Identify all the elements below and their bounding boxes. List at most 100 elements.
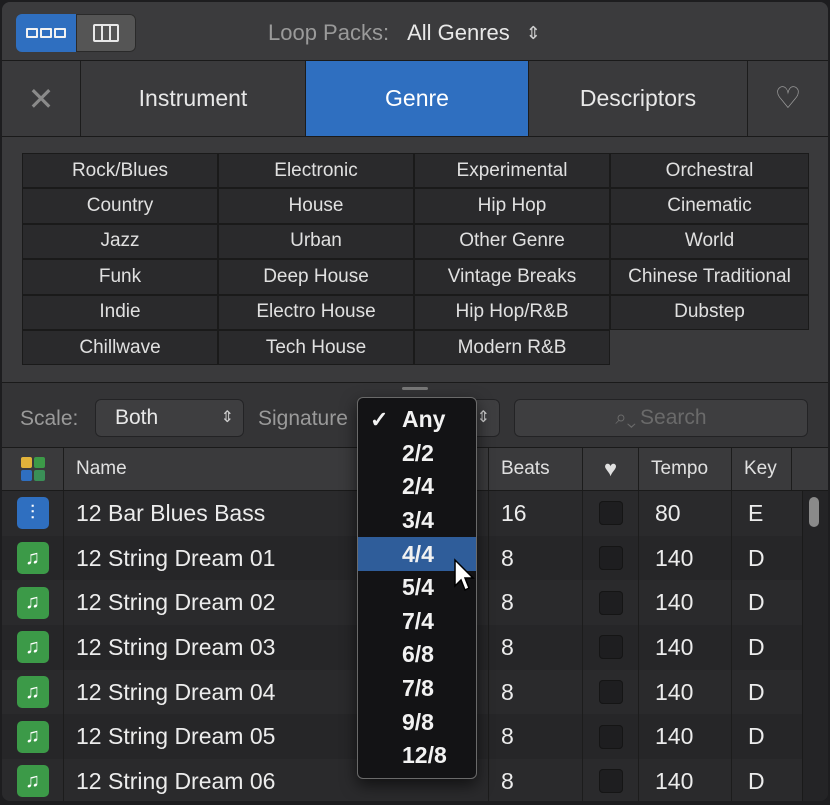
- genre-button[interactable]: Deep House: [218, 259, 414, 295]
- signature-menu-item-label: 6/8: [402, 641, 434, 668]
- checkmark-icon: ✓: [370, 406, 389, 432]
- genre-button[interactable]: Other Genre: [414, 223, 610, 260]
- favorite-checkbox[interactable]: [598, 680, 623, 705]
- loop-tempo: 140: [639, 535, 732, 581]
- genre-button[interactable]: Cinematic: [610, 188, 809, 224]
- beats-column-header[interactable]: Beats: [489, 448, 583, 490]
- loop-tempo: 140: [639, 625, 732, 670]
- genre-button[interactable]: Urban: [218, 223, 414, 260]
- scrollbar-thumb[interactable]: [809, 497, 819, 527]
- loop-tempo: 140: [639, 759, 732, 801]
- genre-button[interactable]: Chinese Traditional: [610, 259, 809, 295]
- genre-button[interactable]: Rock/Blues: [22, 153, 218, 189]
- loop-packs-selector[interactable]: Loop Packs: All Genres ⇕: [268, 20, 541, 46]
- search-input[interactable]: ⌕⌄ Search: [514, 399, 808, 437]
- loop-tempo: 140: [639, 714, 732, 760]
- loop-beats: 8: [489, 535, 583, 581]
- key-column-header[interactable]: Key: [732, 448, 792, 490]
- favorite-checkbox[interactable]: [598, 501, 623, 526]
- audio-waveform-icon: ⫶: [16, 497, 49, 530]
- genre-button[interactable]: Dubstep: [610, 294, 809, 330]
- loop-packs-value[interactable]: All Genres: [407, 20, 510, 46]
- genre-grid: Rock/Blues Electronic Experimental Orchestr…: [22, 153, 809, 366]
- signature-menu-item[interactable]: 7/8: [358, 672, 476, 706]
- chevron-updown-icon: ⇕: [220, 409, 234, 426]
- genre-button[interactable]: Orchestral: [610, 153, 809, 189]
- loop-kind-cell: ♫: [2, 535, 64, 581]
- genre-button[interactable]: Hip Hop/R&B: [414, 294, 610, 330]
- view-toggle[interactable]: [16, 14, 136, 52]
- loop-key: E: [748, 499, 764, 526]
- loop-key: D: [748, 544, 765, 571]
- signature-menu-item[interactable]: 6/8: [358, 638, 476, 672]
- filter-tabs: ✕ Instrument Genre Descriptors ♡: [2, 61, 828, 137]
- tab-descriptors[interactable]: Descriptors: [529, 61, 748, 136]
- mouse-pointer-icon: [454, 558, 475, 592]
- genre-button[interactable]: Electro House: [218, 294, 414, 330]
- genre-button[interactable]: Funk: [22, 259, 218, 295]
- signature-menu-item[interactable]: 3/4: [358, 504, 476, 538]
- favorite-checkbox[interactable]: [598, 769, 623, 794]
- top-bar: Loop Packs: All Genres ⇕: [2, 2, 828, 61]
- favorite-checkbox[interactable]: [598, 546, 623, 571]
- genre-button[interactable]: Modern R&B: [414, 329, 610, 366]
- search-placeholder: Search: [640, 406, 707, 429]
- tab-instrument[interactable]: Instrument: [81, 61, 306, 136]
- scale-value: Both: [115, 406, 159, 429]
- loop-kind-cell: ♫: [2, 625, 64, 670]
- loop-beats: 8: [489, 714, 583, 760]
- genre-button[interactable]: Electronic: [218, 153, 414, 189]
- favorite-cell: [583, 535, 639, 581]
- genre-button[interactable]: House: [218, 188, 414, 224]
- loop-key: D: [748, 633, 765, 660]
- genre-button[interactable]: Indie: [22, 294, 218, 330]
- close-icon[interactable]: ✕: [2, 61, 81, 136]
- favorite-checkbox[interactable]: [598, 724, 623, 749]
- chevron-updown-icon: ⇕: [525, 22, 541, 43]
- loop-kind-cell: ♫: [2, 669, 64, 715]
- genre-button[interactable]: Country: [22, 188, 218, 224]
- music-note-icon: ♫: [16, 720, 49, 753]
- favorite-checkbox[interactable]: [598, 590, 623, 615]
- loop-kind-cell: ♫: [2, 580, 64, 626]
- signature-menu-item[interactable]: 2/4: [358, 470, 476, 504]
- resize-handle[interactable]: [402, 387, 428, 390]
- signature-menu-item[interactable]: 12/8: [358, 739, 476, 773]
- music-note-icon: ♫: [16, 631, 49, 664]
- genre-button[interactable]: Tech House: [218, 329, 414, 366]
- loop-browser: Loop Packs: All Genres ⇕ ✕ Instrument Ge…: [2, 2, 828, 801]
- genre-button[interactable]: Experimental: [414, 153, 610, 189]
- favorite-cell: [583, 714, 639, 760]
- genre-button[interactable]: World: [610, 223, 809, 260]
- signature-menu-item-label: 5/4: [402, 574, 434, 601]
- favorite-heart-icon[interactable]: ♥: [583, 448, 639, 490]
- favorite-cell: [583, 580, 639, 626]
- signature-menu-item[interactable]: 2/2: [358, 437, 476, 471]
- favorite-cell: [583, 625, 639, 670]
- music-note-icon: ♫: [16, 676, 49, 709]
- scale-select[interactable]: Both ⇕: [95, 399, 244, 437]
- tempo-column-header[interactable]: Tempo: [639, 448, 732, 490]
- view-rows-button[interactable]: [16, 14, 76, 52]
- favorite-checkbox[interactable]: [598, 635, 623, 660]
- genre-button[interactable]: Vintage Breaks: [414, 259, 610, 295]
- genre-button[interactable]: Hip Hop: [414, 188, 610, 224]
- signature-menu-item[interactable]: 7/4: [358, 605, 476, 639]
- scrollbar[interactable]: [802, 491, 828, 801]
- tab-genre[interactable]: Genre: [306, 61, 529, 136]
- favorites-heart-icon[interactable]: ♡: [748, 61, 828, 136]
- loop-kind-cell: ♫: [2, 714, 64, 760]
- loop-key: D: [748, 767, 765, 794]
- signature-menu-item-label: 2/4: [402, 473, 434, 500]
- signature-menu-item[interactable]: ✓ Any: [358, 403, 476, 437]
- kind-column-header[interactable]: [2, 448, 64, 490]
- view-columns-button[interactable]: [75, 14, 137, 52]
- signature-menu-item[interactable]: 9/8: [358, 705, 476, 739]
- scale-label: Scale:: [20, 407, 79, 430]
- loop-tempo: 140: [639, 669, 732, 715]
- columns-icon: [93, 24, 120, 42]
- genre-button[interactable]: Chillwave: [22, 329, 218, 366]
- loop-beats: 8: [489, 759, 583, 801]
- genre-button[interactable]: Jazz: [22, 223, 218, 260]
- loop-beats: 8: [489, 580, 583, 626]
